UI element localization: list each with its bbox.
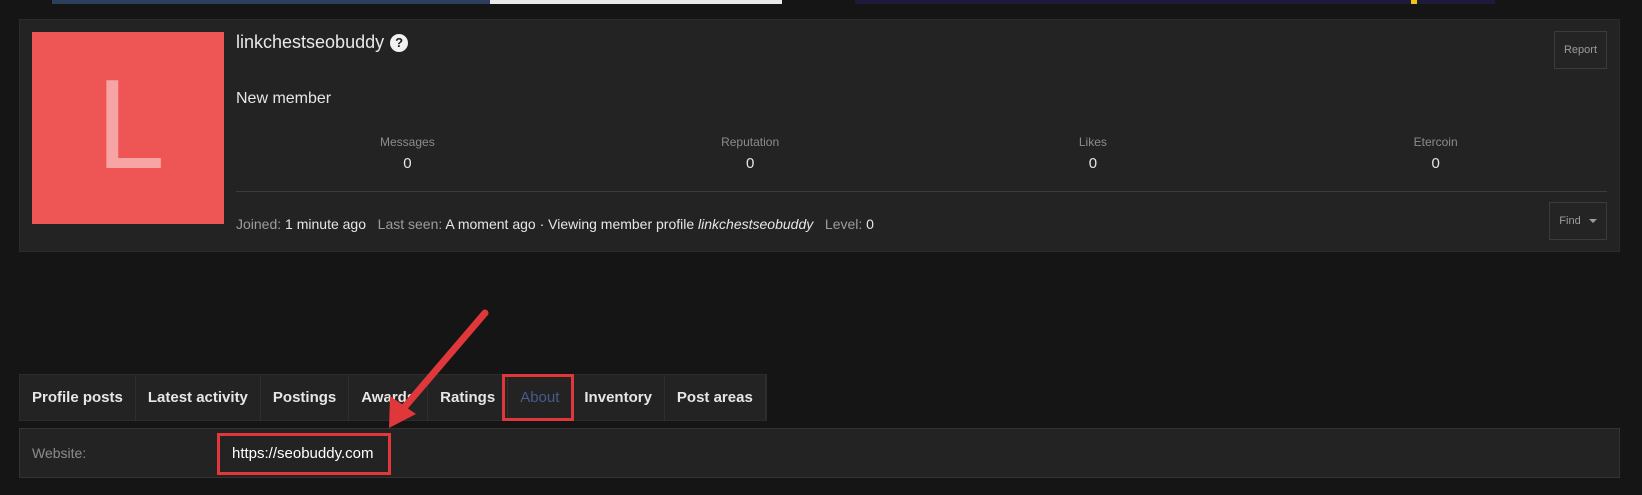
last-seen-value: A moment ago · Viewing member profile [445,216,695,232]
stat-label: Likes [1078,135,1107,149]
joined-label: Joined: [236,216,282,232]
website-label: Website: [32,445,87,461]
tab-profile-posts[interactable]: Profile posts [20,375,136,420]
stat-value: 0 [1431,155,1440,172]
stat-label: Reputation [721,135,780,149]
stat-likes[interactable]: Likes 0 [922,135,1265,195]
banner-strip-right [855,0,1495,4]
tab-latest-activity[interactable]: Latest activity [136,375,261,420]
report-button[interactable]: Report [1554,31,1607,69]
stat-messages[interactable]: Messages 0 [236,135,579,195]
stat-label: Messages [380,135,435,149]
avatar-letter: L [94,58,162,197]
caret-down-icon [1588,219,1597,223]
stats-row: Messages 0 Reputation 0 Likes 0 Etercoin… [236,135,1607,195]
joined-value: 1 minute ago [285,216,366,232]
banner-strip-left [52,0,782,4]
stat-label: Etercoin [1413,135,1458,149]
member-title: New member [236,90,332,107]
stat-value: 0 [1088,155,1098,172]
help-icon[interactable]: ? [390,33,409,52]
member-meta-row: Joined: 1 minute ago Last seen: A moment… [236,216,874,232]
find-dropdown-button[interactable]: Find [1549,202,1607,240]
stat-reputation[interactable]: Reputation 0 [579,135,922,195]
annotation-box-about-tab [502,374,574,421]
username[interactable]: linkchestseobuddy [236,32,384,53]
tab-awards[interactable]: Awards [349,375,429,420]
tab-inventory[interactable]: Inventory [572,375,665,420]
find-label: Find [1559,215,1581,227]
level-value: 0 [866,216,874,232]
last-seen-label: Last seen: [377,216,443,232]
avatar[interactable]: L [32,32,224,224]
username-row: linkchestseobuddy ? [236,32,409,53]
tab-ratings[interactable]: Ratings [428,375,509,420]
stat-value: 0 [403,155,412,172]
stats-divider [236,191,1607,192]
stat-value: 0 [745,155,755,172]
tab-post-areas[interactable]: Post areas [665,375,766,420]
level-label: Level: [824,216,863,232]
member-header-card: L linkchestseobuddy ? New member Report … [19,19,1620,252]
annotation-box-website-link [217,433,391,475]
stat-etercoin[interactable]: Etercoin 0 [1264,135,1607,195]
profile-tabs: Profile posts Latest activity Postings A… [19,374,767,421]
tab-postings[interactable]: Postings [261,375,350,420]
last-seen-target-link[interactable]: linkchestseobuddy [698,216,813,232]
